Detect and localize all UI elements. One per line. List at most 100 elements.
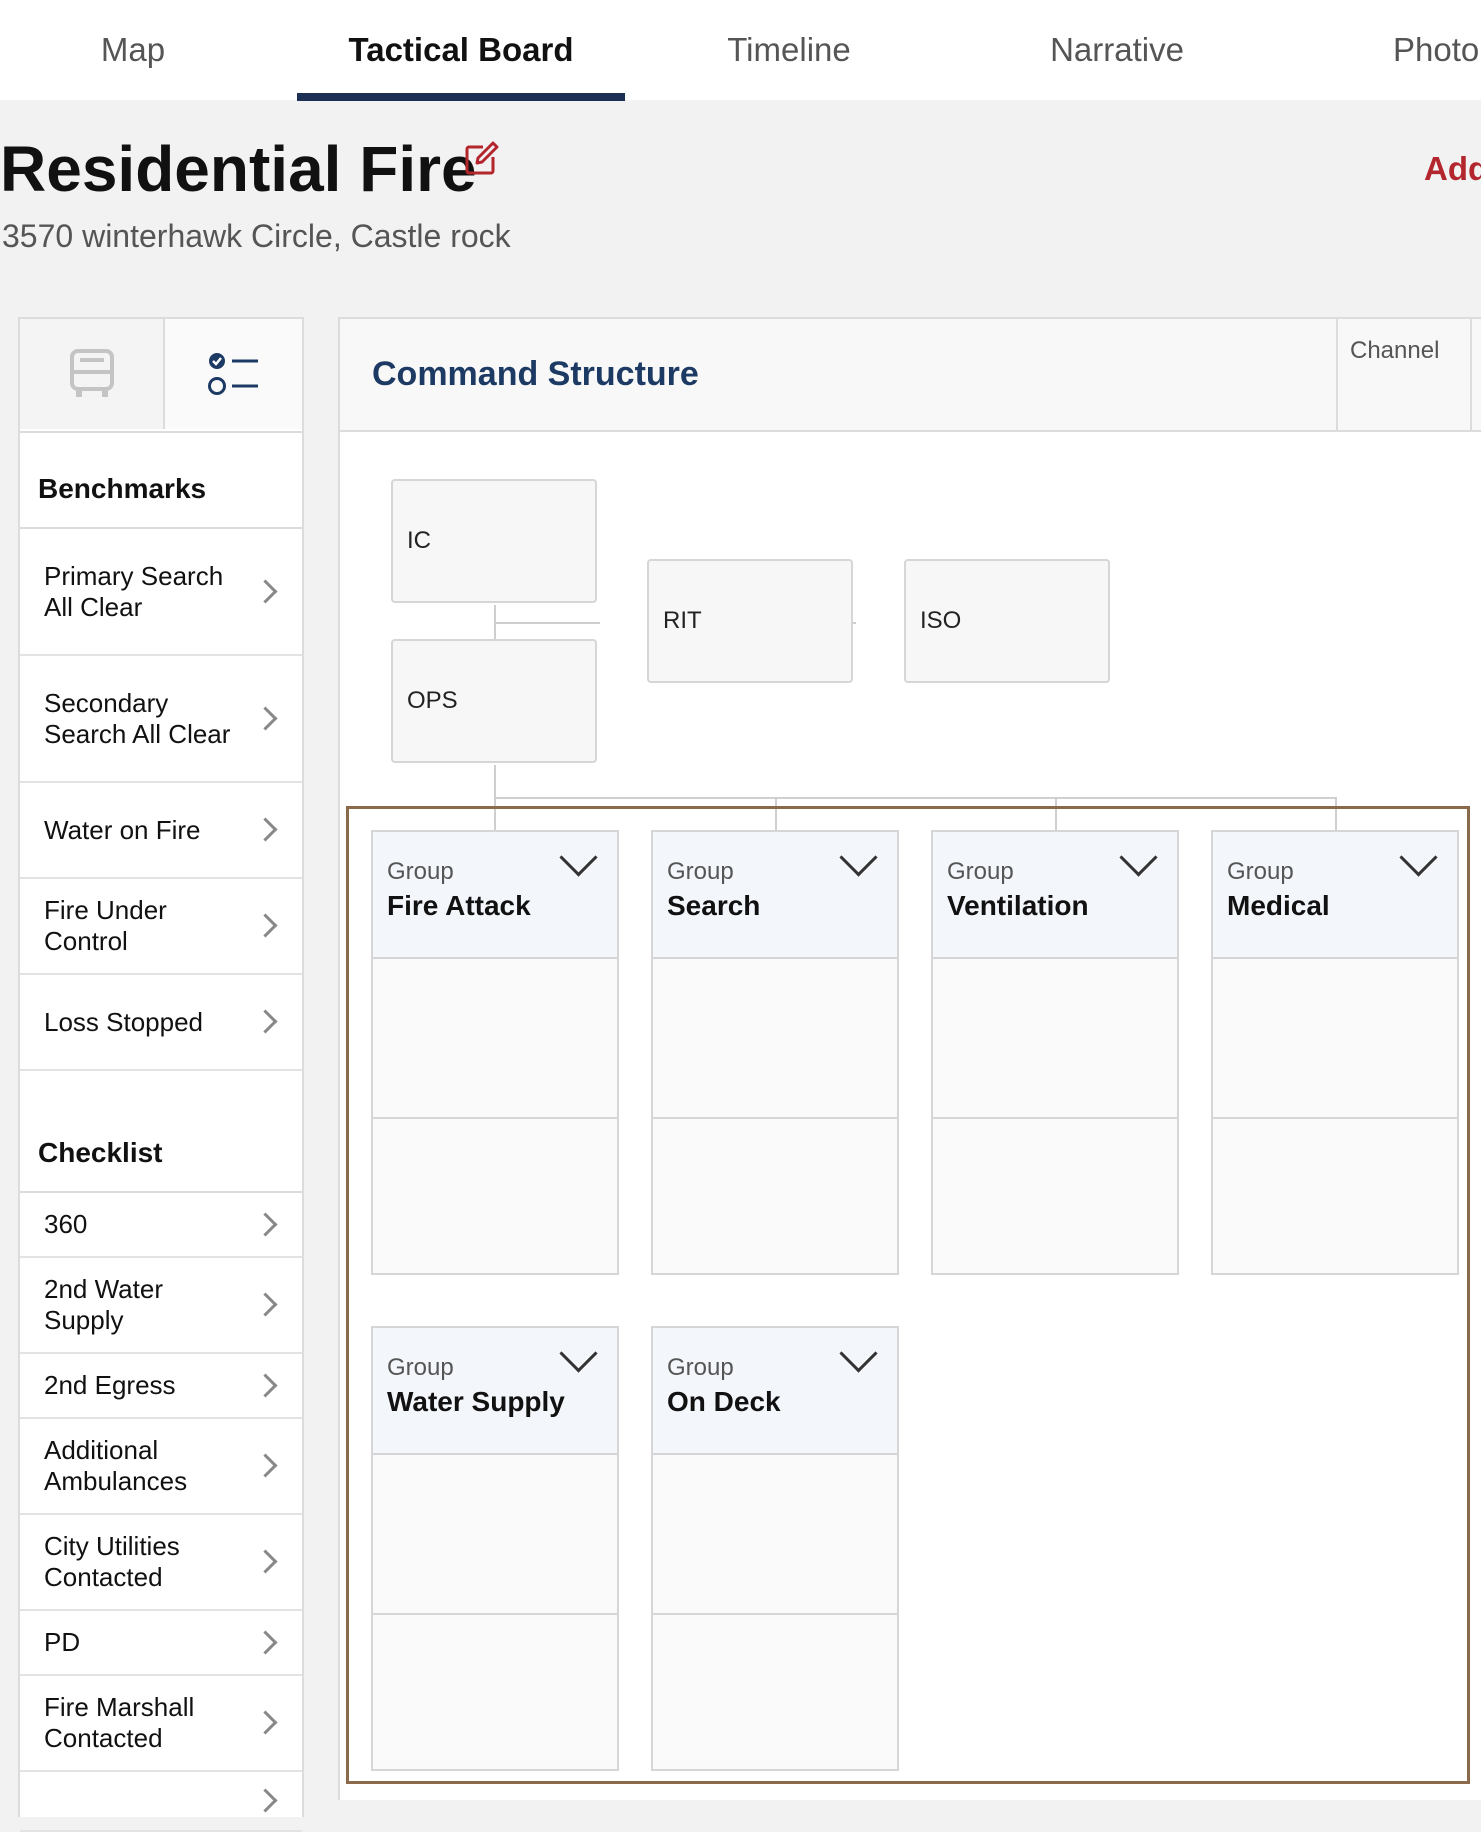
- group-kicker: Group: [387, 858, 454, 885]
- incident-address: 3570 winterhawk Circle, Castle rock: [2, 218, 511, 254]
- checklist-item-partial[interactable]: [20, 1772, 302, 1832]
- tab-narrative[interactable]: Narrative: [953, 0, 1281, 100]
- group-name: Medical: [1227, 890, 1330, 921]
- chevron-right-icon: [253, 817, 278, 842]
- panel-tab-bar: [20, 319, 302, 433]
- group-kicker: Group: [1227, 858, 1294, 885]
- group-header[interactable]: Group On Deck: [653, 1328, 897, 1455]
- chevron-down-icon[interactable]: [559, 1334, 598, 1373]
- command-node-iso[interactable]: ISO: [904, 559, 1110, 683]
- group-card: Group Medical: [1211, 830, 1459, 1275]
- chevron-right-icon: [253, 1710, 278, 1735]
- chevron-right-icon: [253, 1009, 278, 1034]
- chevron-down-icon[interactable]: [839, 838, 878, 877]
- panel-tab-checklist[interactable]: [165, 319, 302, 429]
- chevron-right-icon: [253, 1629, 278, 1655]
- command-node-ops[interactable]: OPS: [391, 639, 597, 763]
- benchmark-item[interactable]: Primary Search All Clear: [20, 529, 302, 656]
- benchmark-label: Fire Under Control: [44, 895, 167, 956]
- checklist-item[interactable]: City Utilities Contacted: [20, 1515, 302, 1611]
- chevron-down-icon[interactable]: [1399, 838, 1438, 877]
- active-tab-indicator: [297, 93, 625, 101]
- group-header[interactable]: Group Water Supply: [373, 1328, 617, 1455]
- edit-icon[interactable]: [463, 141, 499, 177]
- slot-divider: [933, 1117, 1177, 1119]
- slot-divider: [373, 1613, 617, 1615]
- node-label: OPS: [407, 687, 458, 714]
- group-header[interactable]: Group Fire Attack: [373, 832, 617, 959]
- checklist-heading: Checklist: [20, 1094, 302, 1193]
- chevron-down-icon[interactable]: [839, 1334, 878, 1373]
- channel-column[interactable]: Channel: [1336, 319, 1472, 430]
- benchmark-label: Loss Stopped: [44, 1006, 204, 1037]
- slot-divider: [653, 1613, 897, 1615]
- group-name: Water Supply: [387, 1386, 565, 1417]
- chevron-right-icon: [253, 1372, 278, 1398]
- command-node-rit[interactable]: RIT: [647, 559, 853, 683]
- checklist-icon: [207, 353, 258, 395]
- group-kicker: Group: [667, 1354, 734, 1381]
- benchmark-item[interactable]: Loss Stopped: [20, 975, 302, 1071]
- checklist-item[interactable]: 360: [20, 1193, 302, 1258]
- checklist-label: Additional Ambulances: [44, 1435, 188, 1496]
- page-title: Residential Fire: [0, 133, 477, 205]
- chevron-right-icon: [253, 705, 278, 731]
- benchmark-label: Water on Fire: [44, 814, 201, 845]
- group-header[interactable]: Group Search: [653, 832, 897, 959]
- channel-label: Channel: [1350, 337, 1440, 364]
- chevron-right-icon: [253, 1211, 278, 1237]
- board-header: Command Structure Channel: [340, 319, 1481, 432]
- group-card: Group Water Supply: [371, 1326, 619, 1771]
- checklist-item[interactable]: PD: [20, 1611, 302, 1676]
- benchmark-item[interactable]: Water on Fire: [20, 783, 302, 879]
- group-card: Group Ventilation: [931, 830, 1179, 1275]
- slot-divider: [653, 1117, 897, 1119]
- group-name: Fire Attack: [387, 890, 531, 921]
- checklist-label: City Utilities Contacted: [44, 1531, 180, 1592]
- checklist-label: 360: [44, 1209, 88, 1239]
- checklist-label: Fire Marshall Contacted: [44, 1692, 195, 1753]
- node-label: RIT: [663, 607, 702, 634]
- benchmarks-heading: Benchmarks: [20, 431, 302, 529]
- group-kicker: Group: [947, 858, 1014, 885]
- tab-photo[interactable]: Photo: [1278, 0, 1481, 100]
- chevron-right-icon: [253, 578, 278, 604]
- tab-tactical-board[interactable]: Tactical Board: [297, 0, 625, 100]
- slot-divider: [1213, 1117, 1457, 1119]
- tactical-board: Command Structure Channel IC RIT ISO OPS…: [338, 317, 1481, 1800]
- checklist-item[interactable]: 2nd Egress: [20, 1354, 302, 1419]
- connector-line: [494, 797, 1336, 799]
- chevron-down-icon[interactable]: [1119, 838, 1158, 877]
- checklist-item[interactable]: Fire Marshall Contacted: [20, 1676, 302, 1772]
- panel-tab-units[interactable]: [20, 319, 165, 429]
- slot-divider: [373, 1117, 617, 1119]
- checklist-label: PD: [44, 1627, 81, 1657]
- tab-map[interactable]: Map: [0, 0, 297, 100]
- tab-timeline[interactable]: Timeline: [625, 0, 953, 100]
- benchmark-item[interactable]: Fire Under Control: [20, 879, 302, 975]
- checklist-item[interactable]: Additional Ambulances: [20, 1419, 302, 1515]
- benchmark-label: Secondary Search All Clear: [44, 687, 231, 749]
- chevron-down-icon[interactable]: [559, 838, 598, 877]
- group-header[interactable]: Group Ventilation: [933, 832, 1177, 959]
- command-node-ic[interactable]: IC: [391, 479, 597, 603]
- chevron-right-icon: [253, 1453, 278, 1478]
- add-button[interactable]: Add: [1424, 150, 1481, 188]
- benchmark-label: Primary Search All Clear: [44, 560, 224, 622]
- benchmark-item[interactable]: Secondary Search All Clear: [20, 656, 302, 783]
- group-card: Group Fire Attack: [371, 830, 619, 1275]
- group-kicker: Group: [387, 1354, 454, 1381]
- group-card: Group On Deck: [651, 1326, 899, 1771]
- checklist-label: 2nd Egress: [44, 1370, 176, 1400]
- board-title: Command Structure: [372, 355, 699, 393]
- group-name: Ventilation: [947, 890, 1089, 921]
- node-label: ISO: [920, 607, 962, 634]
- bus-icon: [69, 349, 114, 397]
- node-label: IC: [407, 527, 431, 554]
- checklist-label: 2nd Water Supply: [44, 1274, 163, 1335]
- benchmark-panel: Benchmarks Primary Search All Clear Seco…: [18, 317, 304, 1832]
- checklist-item[interactable]: 2nd Water Supply: [20, 1258, 302, 1354]
- chevron-right-icon: [253, 1549, 278, 1574]
- group-name: On Deck: [667, 1386, 781, 1417]
- group-header[interactable]: Group Medical: [1213, 832, 1457, 959]
